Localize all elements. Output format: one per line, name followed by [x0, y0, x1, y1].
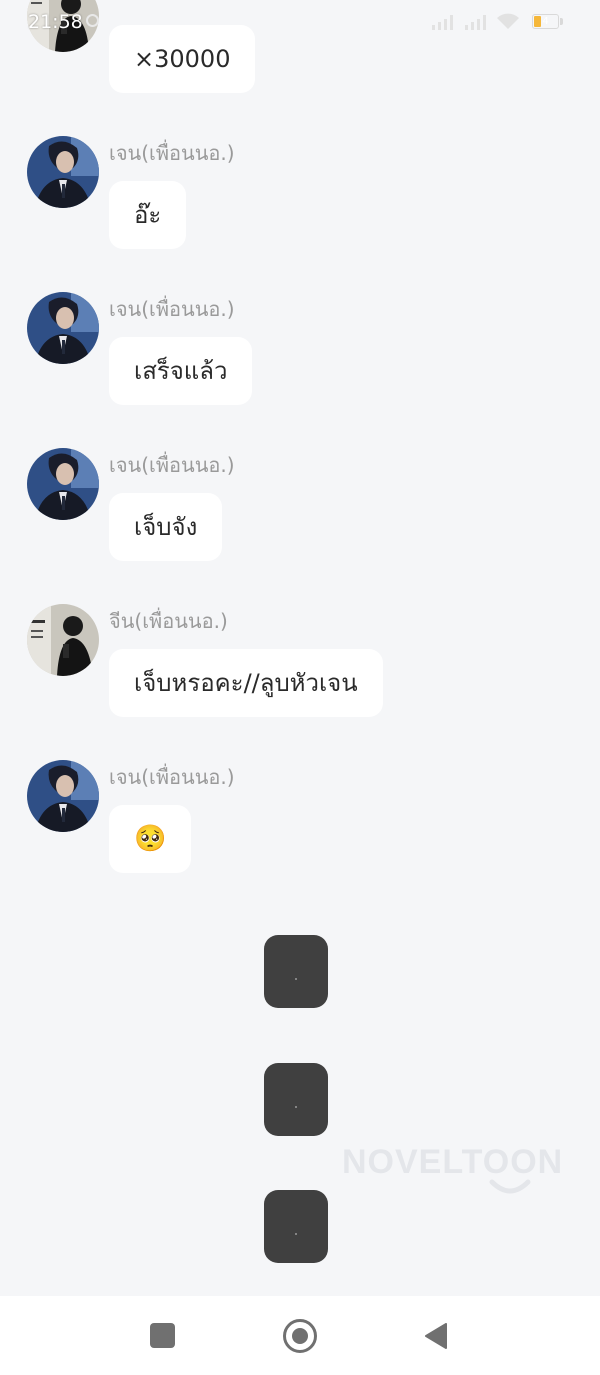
message-bubble[interactable]: เสร็จแล้ว — [109, 337, 253, 405]
loading-indicator — [264, 1063, 328, 1136]
recents-icon[interactable] — [150, 1323, 175, 1348]
navigation-bar — [0, 1296, 600, 1375]
back-icon[interactable] — [424, 1323, 448, 1349]
sender-name: เจน(เพื่อนนอ.) — [109, 453, 235, 477]
message-bubble[interactable]: 🥺 — [109, 805, 192, 873]
watermark: NOVELTOON — [342, 1143, 564, 1181]
battery-icon: 4 — [532, 14, 564, 29]
sender-name: เจน(เพื่อนนอ.) — [109, 765, 235, 789]
sender-name: เจน(เพื่อนนอ.) — [109, 297, 235, 321]
sender-name: จีน(เพื่อนนอ.) — [109, 609, 228, 633]
loading-dot — [295, 1233, 297, 1235]
watermark-smile-icon — [489, 1179, 531, 1194]
message-bubble[interactable]: เจ็บจัง — [109, 493, 223, 561]
loading-indicator — [264, 1190, 328, 1263]
avatar-jen[interactable] — [27, 760, 99, 832]
avatar-jen[interactable] — [27, 292, 99, 364]
avatar-jen[interactable] — [27, 448, 99, 520]
avatar-jen[interactable] — [27, 136, 99, 208]
status-bar: 21:58 4 — [0, 0, 600, 44]
status-time: 21:58 — [28, 11, 83, 33]
signal-icon — [432, 15, 453, 30]
battery-level: 4 — [542, 16, 549, 27]
message-bubble[interactable]: อ๊ะ — [109, 181, 187, 249]
loading-dot — [295, 978, 297, 980]
message-bubble[interactable]: เจ็บหรอคะ//ลูบหัวเจน — [109, 649, 383, 717]
avatar-jin[interactable] — [27, 604, 99, 676]
home-icon[interactable] — [283, 1319, 317, 1353]
sender-name: เจน(เพื่อนนอ.) — [109, 141, 235, 165]
signal-icon — [465, 15, 486, 30]
wifi-icon — [497, 13, 519, 29]
loading-indicator — [264, 935, 328, 1008]
clock-icon — [86, 14, 99, 27]
loading-dot — [295, 1106, 297, 1108]
